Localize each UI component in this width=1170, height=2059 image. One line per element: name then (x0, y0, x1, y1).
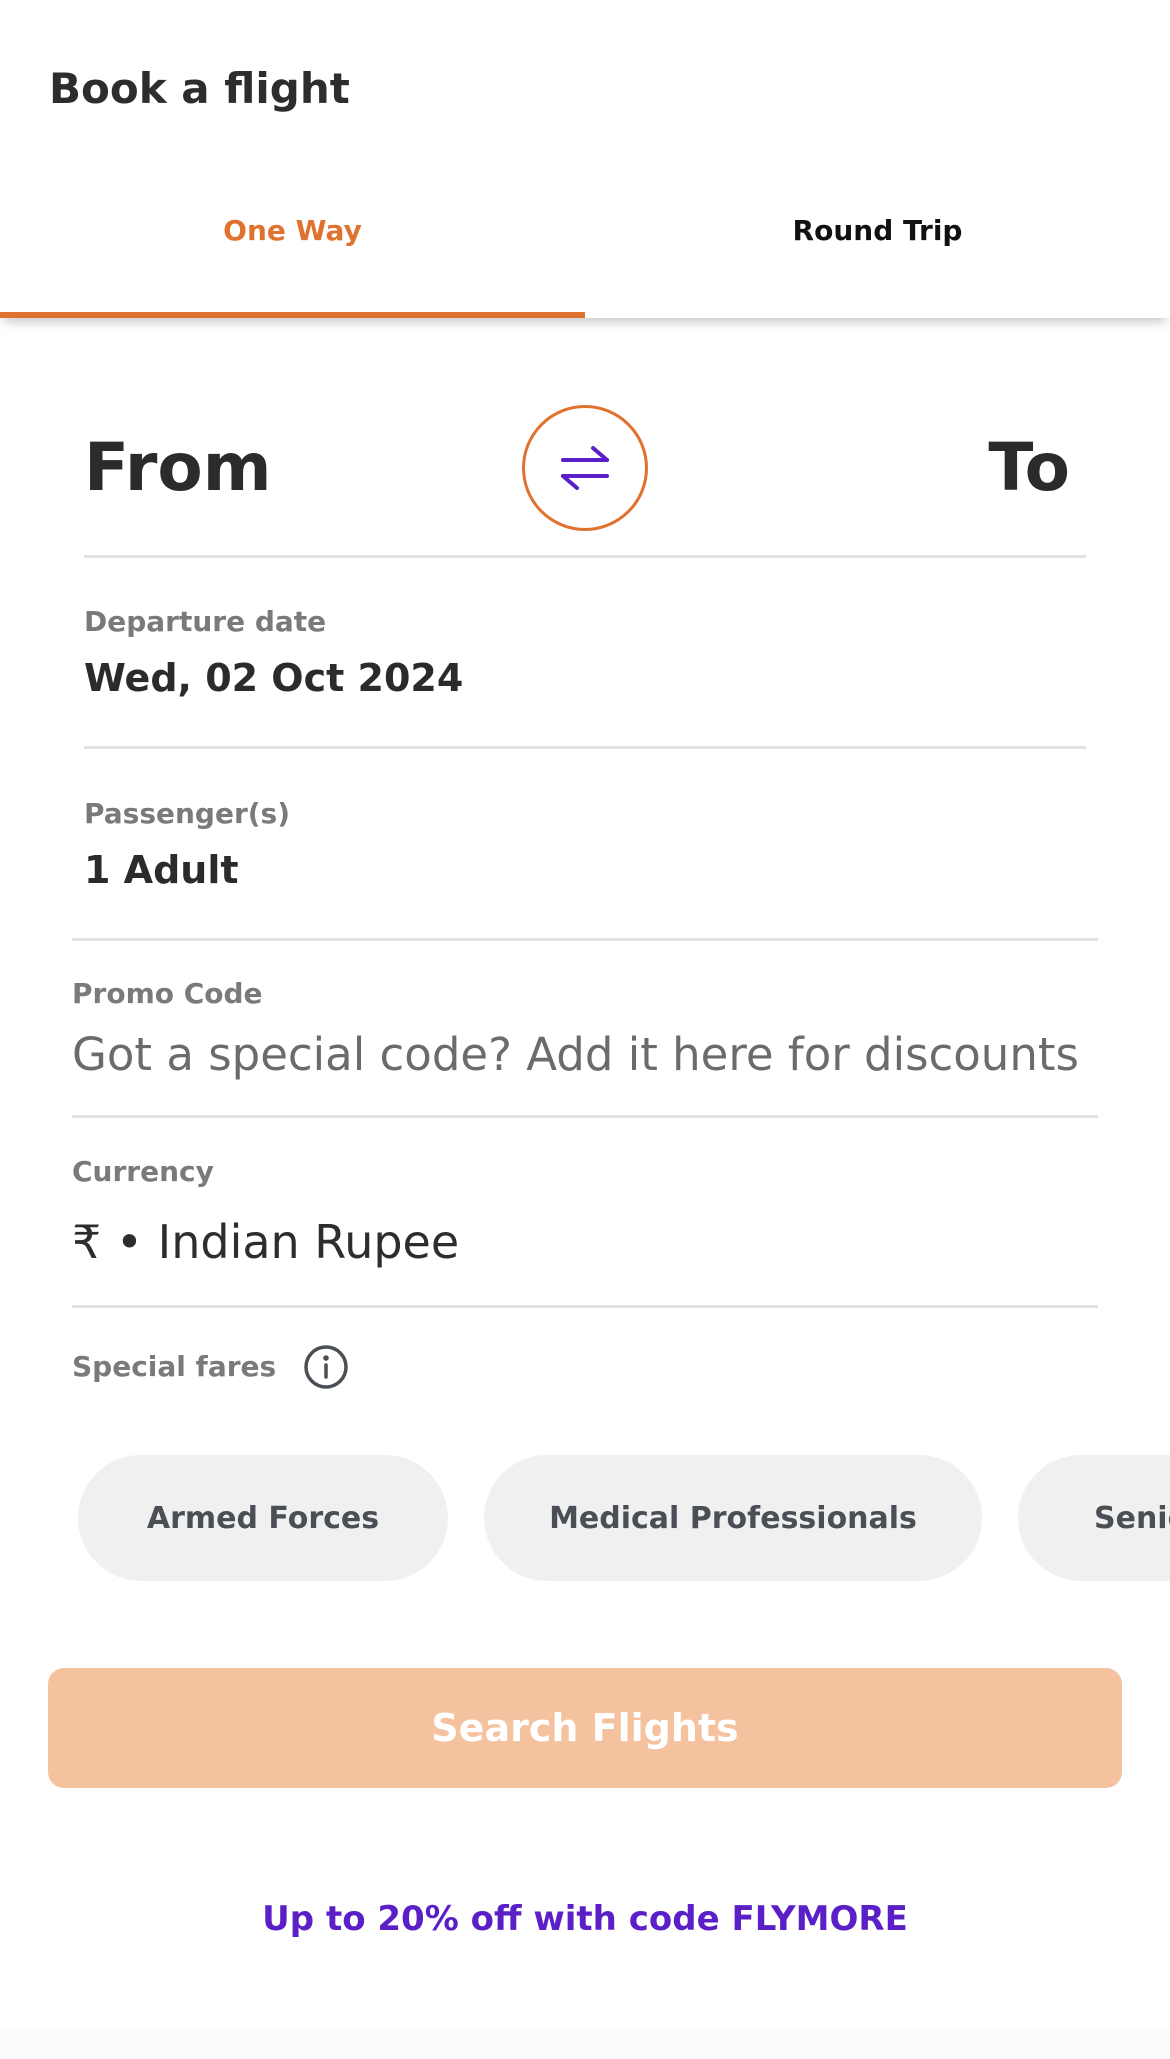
swap-button[interactable] (522, 405, 648, 531)
swap-arrows-icon (561, 446, 609, 490)
divider (84, 746, 1086, 749)
promo-banner[interactable]: Up to 20% off with code FLYMORE (0, 1895, 1170, 1943)
tab-one-way[interactable]: One Way (0, 180, 585, 318)
tab-round-trip[interactable]: Round Trip (585, 180, 1170, 318)
divider (72, 1115, 1098, 1118)
passengers-value: 1 Adult (84, 848, 239, 892)
passengers-label: Passenger(s) (84, 797, 291, 830)
divider (72, 1305, 1098, 1308)
info-icon[interactable] (303, 1344, 349, 1390)
currency-select[interactable]: ₹ • Indian Rupee (72, 1212, 459, 1272)
from-field[interactable]: From (84, 425, 272, 511)
divider (84, 555, 1086, 558)
currency-label: Currency (72, 1155, 214, 1188)
promo-code-input[interactable] (72, 1022, 1132, 1086)
page-title: Book a flight (49, 64, 350, 113)
special-fares-label: Special fares (72, 1350, 277, 1383)
to-field[interactable]: To (988, 425, 1070, 511)
book-flight-screen: Book a flight One Way Round Trip From To… (0, 0, 1170, 2059)
fare-chip-armed-forces[interactable]: Armed Forces (78, 1455, 448, 1581)
search-flights-button[interactable]: Search Flights (48, 1668, 1122, 1788)
departure-date-label: Departure date (84, 605, 327, 638)
bottom-strip (0, 2030, 1170, 2059)
divider (72, 938, 1098, 941)
departure-date-value: Wed, 02 Oct 2024 (84, 656, 464, 700)
active-tab-indicator (0, 312, 585, 318)
promo-code-label: Promo Code (72, 977, 263, 1010)
fare-chip-senior-citizens[interactable]: Senio (1018, 1455, 1170, 1581)
trip-type-tabs: One Way Round Trip (0, 180, 1170, 318)
fare-chip-medical-professionals[interactable]: Medical Professionals (484, 1455, 982, 1581)
